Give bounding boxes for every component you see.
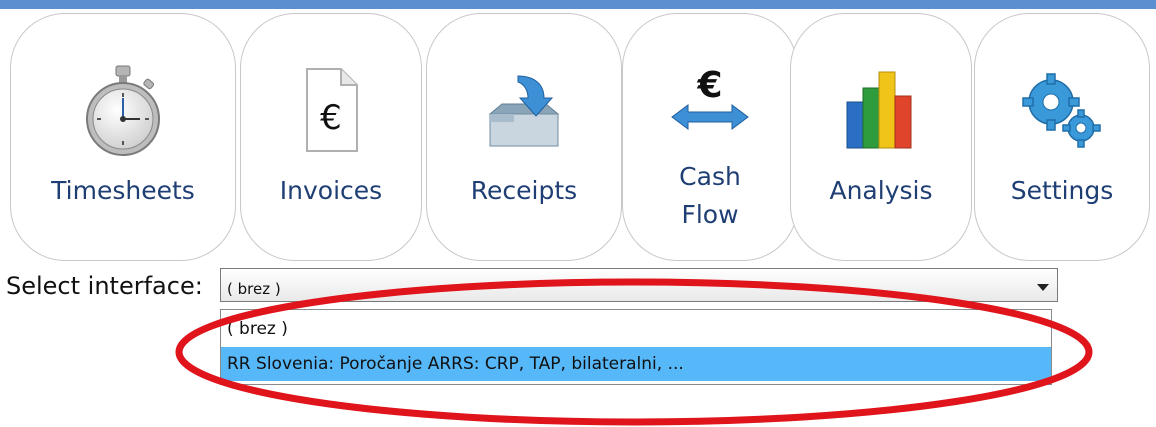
- top-bar: [0, 0, 1156, 9]
- receipts-tile[interactable]: Receipts: [426, 13, 622, 261]
- invoice-euro-symbol: €: [320, 98, 342, 138]
- dropdown-arrow-icon[interactable]: [1037, 284, 1049, 291]
- settings-tile[interactable]: Settings: [974, 13, 1150, 261]
- inbox-arrow-icon: [427, 64, 621, 156]
- select-interface-label: Select interface:: [6, 272, 203, 300]
- bar-chart-icon: [791, 64, 971, 156]
- gears-icon: [975, 64, 1149, 156]
- invoices-label: Invoices: [279, 176, 383, 205]
- cashflow-euro-symbol: €: [696, 65, 722, 106]
- module-tiles: Timesheets € Invoices Receipts € Cash Fl…: [10, 13, 1156, 263]
- select-interface-dropdown[interactable]: ( brez ): [220, 268, 1058, 302]
- cash-flow-label-line1: Cash: [679, 162, 741, 191]
- timesheets-tile[interactable]: Timesheets: [10, 13, 236, 261]
- analysis-label: Analysis: [829, 176, 933, 205]
- cash-flow-tile[interactable]: € Cash Flow: [622, 13, 798, 261]
- option-brez[interactable]: ( brez ): [221, 312, 1051, 346]
- cash-flow-label: Cash Flow: [623, 158, 797, 234]
- settings-label: Settings: [1010, 176, 1114, 205]
- timesheets-label: Timesheets: [51, 176, 195, 205]
- euro-invoice-icon: €: [241, 64, 421, 156]
- analysis-tile[interactable]: Analysis: [790, 13, 972, 261]
- option-rr-slovenia[interactable]: RR Slovenia: Poročanje ARRS: CRP, TAP, b…: [221, 347, 1051, 381]
- euro-transfer-icon: €: [623, 54, 797, 146]
- invoices-tile[interactable]: € Invoices: [240, 13, 422, 261]
- cash-flow-label-line2: Flow: [681, 200, 739, 229]
- interface-options-list: ( brez ) RR Slovenia: Poročanje ARRS: CR…: [220, 309, 1052, 385]
- receipts-label: Receipts: [470, 176, 578, 205]
- select-interface-value: ( brez ): [227, 280, 281, 298]
- stopwatch-icon: [11, 64, 235, 156]
